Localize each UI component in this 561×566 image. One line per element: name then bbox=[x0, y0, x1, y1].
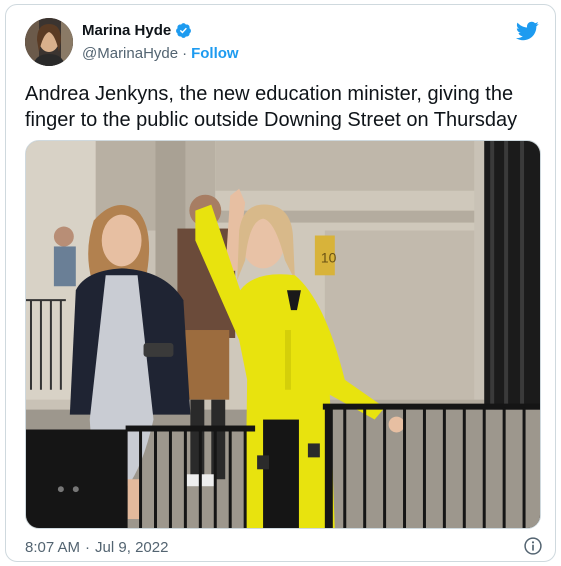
twitter-bird-icon[interactable] bbox=[515, 19, 539, 43]
info-icon[interactable] bbox=[523, 536, 543, 556]
author-handle[interactable]: @MarinaHyde bbox=[82, 45, 178, 62]
door-number: 10 bbox=[321, 249, 337, 265]
tweet-photo[interactable]: 10 bbox=[25, 140, 541, 529]
handle-separator: · bbox=[182, 45, 188, 62]
verified-badge-icon bbox=[175, 22, 192, 39]
tweet-text: Andrea Jenkyns, the new education minist… bbox=[25, 83, 518, 131]
author-name[interactable]: Marina Hyde bbox=[82, 22, 171, 39]
tweet-card: Marina Hyde @MarinaHyde · Follow Andrea … bbox=[5, 4, 556, 562]
tweet-date[interactable]: Jul 9, 2022 bbox=[95, 539, 168, 556]
author-handle-row: @MarinaHyde · Follow bbox=[82, 45, 239, 62]
author-avatar[interactable] bbox=[25, 18, 73, 66]
follow-button[interactable]: Follow bbox=[191, 45, 239, 62]
tweet-time[interactable]: 8:07 AM bbox=[25, 539, 80, 556]
tweet-meta: 8:07 AM · Jul 9, 2022 bbox=[25, 536, 543, 558]
author-name-row: Marina Hyde bbox=[82, 22, 192, 39]
date-separator: · bbox=[85, 538, 91, 556]
